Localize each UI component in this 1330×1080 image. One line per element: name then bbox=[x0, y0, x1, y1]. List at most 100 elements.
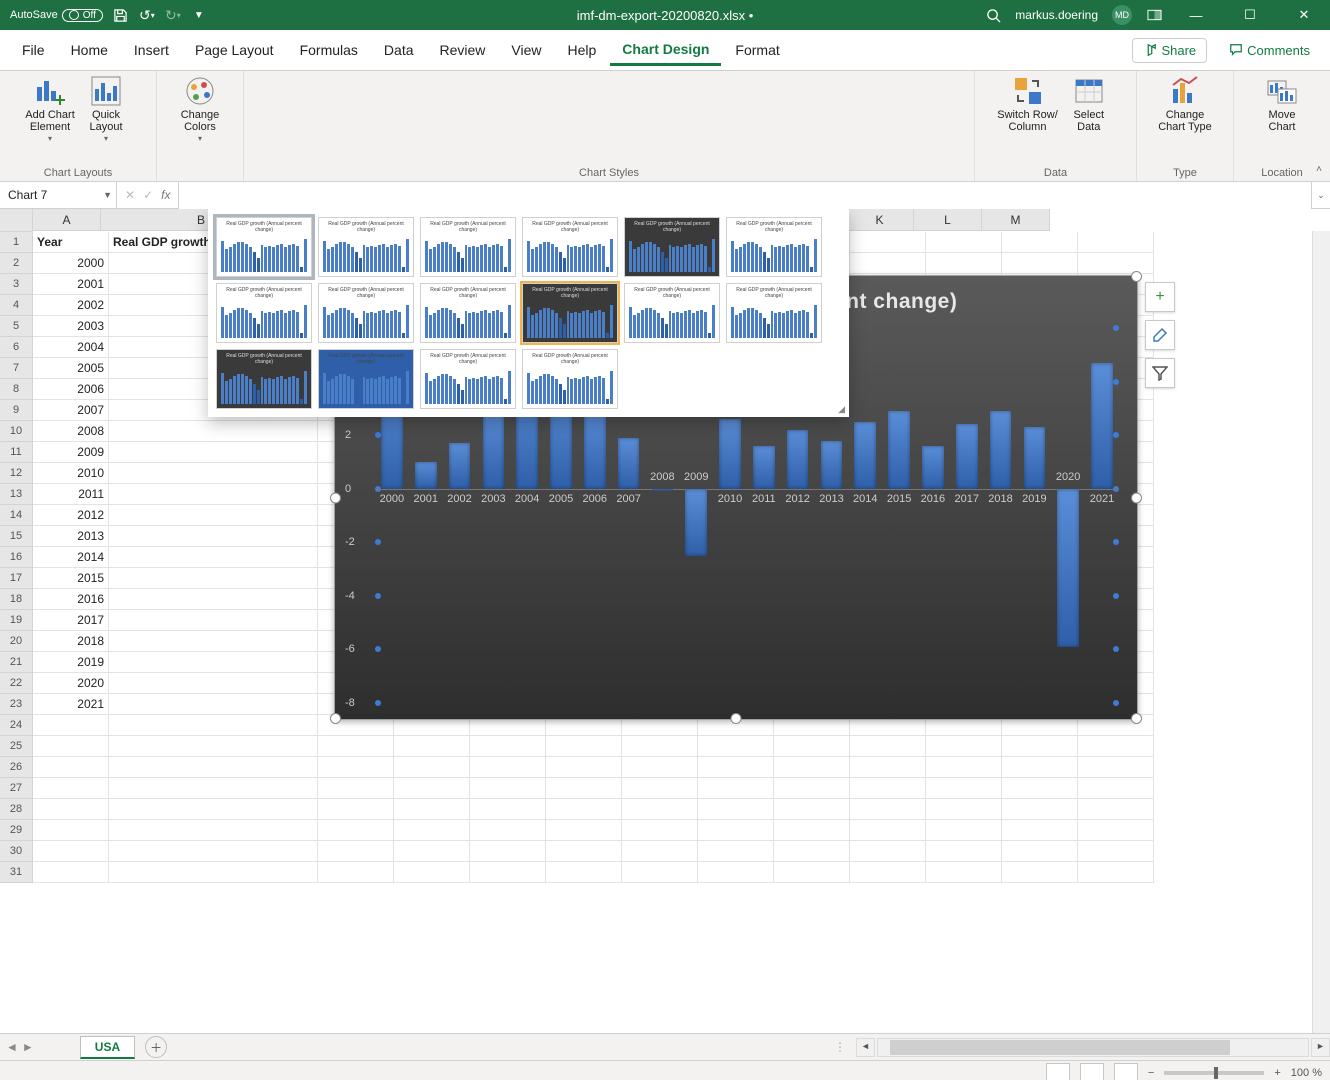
cell[interactable] bbox=[470, 820, 546, 841]
cell[interactable]: 2015 bbox=[33, 568, 109, 589]
maximize-button[interactable]: ☐ bbox=[1230, 0, 1270, 30]
cell[interactable] bbox=[394, 736, 470, 757]
row-header[interactable]: 31 bbox=[0, 862, 33, 883]
chart-style-thumb[interactable]: Real GDP growth (Annual percent change) bbox=[522, 349, 618, 409]
page-break-view-button[interactable] bbox=[1114, 1063, 1138, 1080]
chart-bar[interactable] bbox=[922, 446, 944, 489]
cell[interactable] bbox=[1002, 232, 1078, 253]
zoom-out-button[interactable]: − bbox=[1148, 1067, 1154, 1079]
cell[interactable] bbox=[850, 253, 926, 274]
row-header[interactable]: 23 bbox=[0, 694, 33, 715]
cell[interactable]: 2002 bbox=[33, 295, 109, 316]
chart-styles-button[interactable] bbox=[1145, 320, 1175, 350]
horizontal-scrollbar[interactable] bbox=[877, 1038, 1309, 1057]
minimize-button[interactable]: — bbox=[1176, 0, 1216, 30]
tab-format[interactable]: Format bbox=[723, 36, 791, 64]
cell[interactable] bbox=[698, 841, 774, 862]
cell[interactable] bbox=[394, 841, 470, 862]
cell[interactable] bbox=[470, 757, 546, 778]
cell[interactable] bbox=[109, 736, 318, 757]
cell[interactable] bbox=[109, 442, 318, 463]
cell[interactable] bbox=[33, 736, 109, 757]
cell[interactable] bbox=[33, 862, 109, 883]
cell[interactable] bbox=[109, 862, 318, 883]
row-header[interactable]: 12 bbox=[0, 463, 33, 484]
search-icon[interactable] bbox=[985, 7, 1001, 23]
tab-view[interactable]: View bbox=[499, 36, 553, 64]
cell[interactable] bbox=[774, 862, 850, 883]
close-button[interactable]: ✕ bbox=[1284, 0, 1324, 30]
chart-bar[interactable] bbox=[415, 462, 437, 489]
cell[interactable] bbox=[394, 820, 470, 841]
cell[interactable] bbox=[850, 232, 926, 253]
cell[interactable] bbox=[470, 841, 546, 862]
cell[interactable] bbox=[622, 736, 698, 757]
cell[interactable] bbox=[774, 820, 850, 841]
tab-page-layout[interactable]: Page Layout bbox=[183, 36, 286, 64]
chart-bar[interactable] bbox=[854, 422, 876, 489]
worksheet-area[interactable]: ABCDEFGHIJKLM 1YearReal GDP growth (Annu… bbox=[0, 209, 1330, 1033]
add-chart-element-button[interactable]: Add Chart Element▾ bbox=[25, 75, 75, 144]
undo-icon[interactable]: ↺▾ bbox=[139, 7, 155, 23]
cell[interactable] bbox=[109, 421, 318, 442]
row-header[interactable]: 27 bbox=[0, 778, 33, 799]
enter-formula-icon[interactable]: ✓ bbox=[143, 188, 153, 202]
cell[interactable]: 2005 bbox=[33, 358, 109, 379]
cell[interactable] bbox=[109, 841, 318, 862]
chart-bar[interactable] bbox=[618, 438, 640, 489]
cell[interactable] bbox=[1078, 757, 1154, 778]
cell[interactable] bbox=[926, 841, 1002, 862]
cell[interactable] bbox=[926, 253, 1002, 274]
cell[interactable] bbox=[546, 820, 622, 841]
cell[interactable] bbox=[109, 820, 318, 841]
row-header[interactable]: 8 bbox=[0, 379, 33, 400]
chart-style-thumb[interactable]: Real GDP growth (Annual percent change) bbox=[522, 217, 618, 277]
chart-bar[interactable] bbox=[449, 443, 471, 489]
row-header[interactable]: 19 bbox=[0, 610, 33, 631]
resize-handle[interactable] bbox=[330, 713, 341, 724]
tab-chart-design[interactable]: Chart Design bbox=[610, 35, 721, 66]
row-header[interactable]: 26 bbox=[0, 757, 33, 778]
cell[interactable] bbox=[850, 799, 926, 820]
chart-styles-gallery[interactable]: Chart Styles bbox=[244, 71, 975, 181]
cell[interactable] bbox=[1002, 778, 1078, 799]
cell[interactable] bbox=[109, 799, 318, 820]
row-header[interactable]: 15 bbox=[0, 526, 33, 547]
cell[interactable]: 2014 bbox=[33, 547, 109, 568]
resize-handle[interactable] bbox=[1131, 492, 1142, 503]
chart-bar[interactable] bbox=[753, 446, 775, 489]
row-header[interactable]: 16 bbox=[0, 547, 33, 568]
chart-bar[interactable] bbox=[719, 419, 741, 489]
row-header[interactable]: 21 bbox=[0, 652, 33, 673]
cell[interactable] bbox=[33, 715, 109, 736]
chart-bar[interactable] bbox=[584, 411, 606, 489]
expand-formula-bar-icon[interactable]: ⌄ bbox=[1311, 182, 1330, 208]
cell[interactable]: 2018 bbox=[33, 631, 109, 652]
formula-input[interactable] bbox=[179, 181, 1311, 209]
tab-insert[interactable]: Insert bbox=[122, 36, 181, 64]
cell[interactable] bbox=[109, 757, 318, 778]
zoom-level[interactable]: 100 % bbox=[1291, 1067, 1322, 1079]
cell[interactable] bbox=[1078, 841, 1154, 862]
resize-handle[interactable] bbox=[1131, 713, 1142, 724]
row-header[interactable]: 24 bbox=[0, 715, 33, 736]
share-button[interactable]: Share bbox=[1132, 38, 1207, 63]
chart-bar[interactable] bbox=[685, 489, 707, 556]
cancel-formula-icon[interactable]: ✕ bbox=[125, 188, 135, 202]
cell[interactable] bbox=[109, 463, 318, 484]
cell[interactable] bbox=[850, 778, 926, 799]
chart-style-thumb[interactable]: Real GDP growth (Annual percent change) bbox=[216, 217, 312, 277]
cell[interactable] bbox=[850, 757, 926, 778]
cell[interactable] bbox=[546, 778, 622, 799]
cell[interactable] bbox=[926, 799, 1002, 820]
row-header[interactable]: 2 bbox=[0, 253, 33, 274]
cell[interactable] bbox=[546, 841, 622, 862]
cell[interactable] bbox=[318, 820, 394, 841]
chevron-down-icon[interactable]: ▼ bbox=[103, 190, 112, 200]
cell[interactable] bbox=[109, 589, 318, 610]
cell[interactable] bbox=[1078, 232, 1154, 253]
cell[interactable] bbox=[850, 820, 926, 841]
autosave-toggle[interactable]: AutoSave Off bbox=[10, 9, 103, 22]
cell[interactable]: 2000 bbox=[33, 253, 109, 274]
cell[interactable] bbox=[394, 862, 470, 883]
